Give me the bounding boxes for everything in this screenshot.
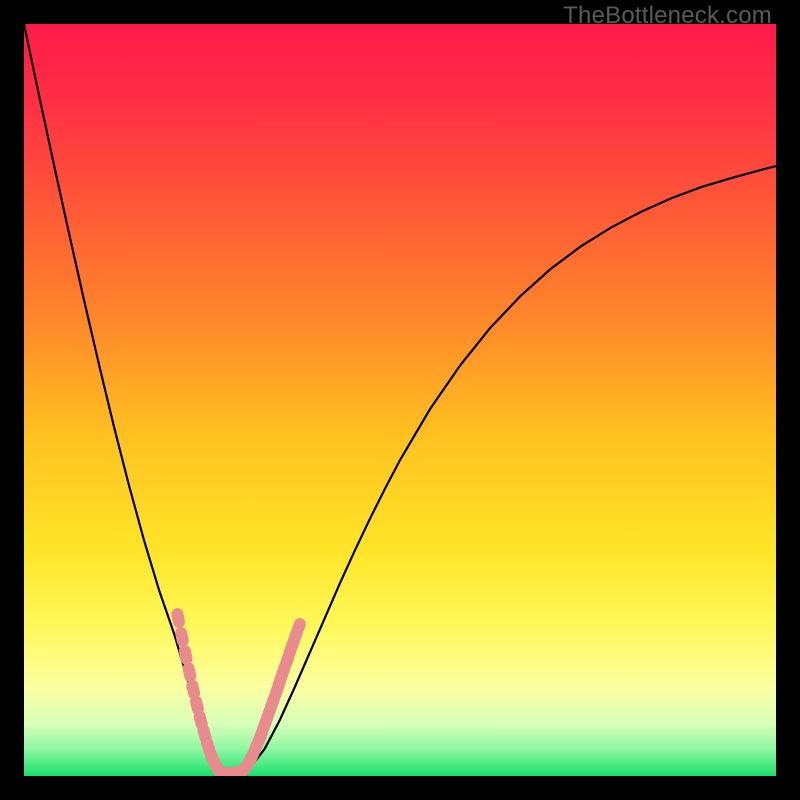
bottleneck-chart — [24, 24, 776, 776]
chart-frame — [24, 24, 776, 776]
gradient-background — [24, 24, 776, 776]
curve-marker — [229, 766, 247, 776]
